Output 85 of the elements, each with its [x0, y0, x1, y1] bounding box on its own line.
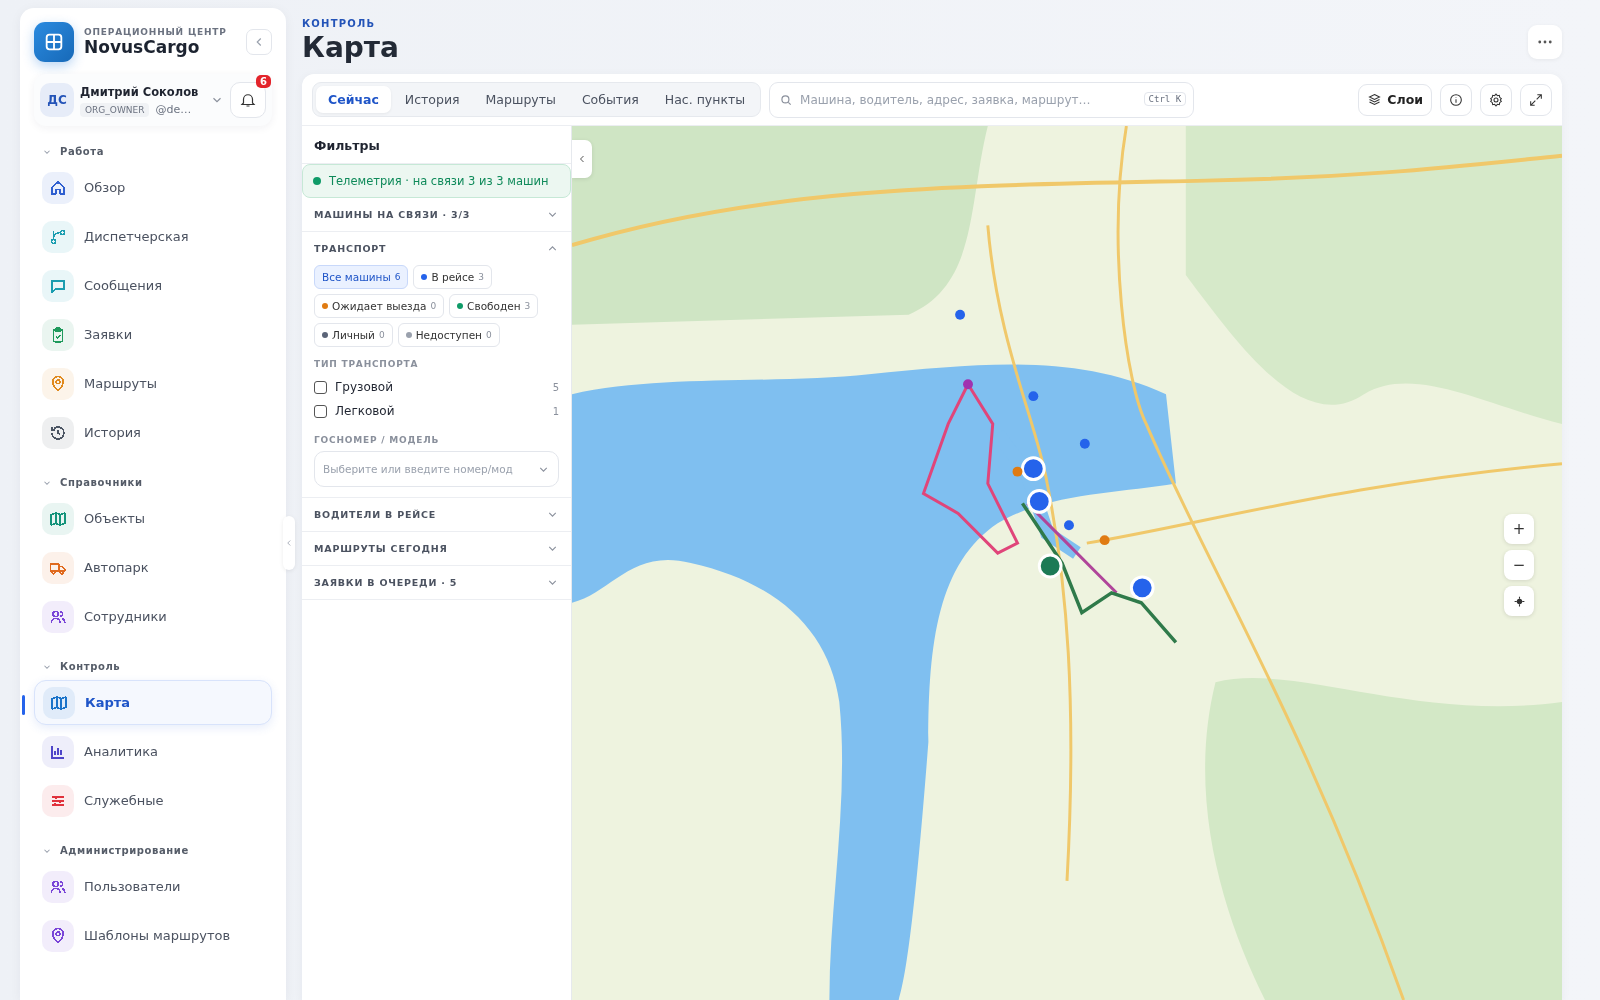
chip-label: Ожидает выезда: [332, 300, 427, 312]
info-icon: [1448, 91, 1464, 108]
active-indicator: [22, 695, 25, 715]
info-button[interactable]: [1440, 83, 1472, 116]
shortcut-hint: Ctrl K: [1143, 91, 1187, 106]
notification-count: 6: [256, 75, 271, 88]
nav-item[interactable]: Диспетчерская: [34, 214, 272, 259]
tab[interactable]: Сейчас: [316, 86, 391, 113]
tab[interactable]: Нас. пункты: [652, 86, 758, 113]
nav-item[interactable]: Обзор: [34, 165, 272, 210]
nav-item[interactable]: Сотрудники: [34, 594, 272, 639]
layers-icon: [1367, 92, 1383, 107]
status-chip[interactable]: Личный 0: [314, 323, 393, 347]
status-chip[interactable]: Все машины 6: [314, 265, 409, 289]
expand-icon: [1528, 91, 1544, 108]
user-card[interactable]: ДС Дмитрий Соколов ORG_OWNER @de… 6: [34, 74, 272, 126]
nav-item[interactable]: Автопарк: [34, 545, 272, 590]
tab[interactable]: Маршруты: [473, 86, 568, 113]
type-label: ТИП ТРАНСПОРТА: [314, 359, 420, 369]
nav-item[interactable]: Сообщения: [34, 263, 272, 308]
chip-count: 0: [378, 330, 385, 340]
filter-group-header[interactable]: МАРШРУТЫ СЕГОДНЯ: [302, 532, 571, 565]
breadcrumb: КОНТРОЛЬ: [302, 18, 377, 29]
type-option-label: Легковой: [335, 404, 396, 418]
status-chip[interactable]: В рейсе 3: [413, 265, 492, 289]
type-option-label: Грузовой: [335, 380, 394, 394]
search-icon: [779, 92, 794, 107]
filter-group-header[interactable]: МАШИНЫ НА СВЯЗИ · 3/3: [302, 198, 571, 231]
type-count: 5: [552, 381, 559, 393]
section-header[interactable]: Администрирование: [34, 839, 272, 862]
tab[interactable]: События: [569, 86, 651, 113]
checkbox[interactable]: [314, 380, 327, 394]
org-caption: ОПЕРАЦИОННЫЙ ЦЕНТР: [84, 27, 228, 37]
plate-label: ГОСНОМЕР / МОДЕЛЬ: [314, 435, 441, 445]
zoom-out-button[interactable]: −: [1504, 550, 1534, 580]
chip-label: Недоступен: [415, 329, 482, 341]
page-title: Карта: [302, 31, 399, 64]
status-chip[interactable]: Ожидает выезда 0: [314, 294, 445, 318]
crosshair-icon: [1512, 594, 1526, 608]
nav-item[interactable]: Аналитика: [34, 729, 272, 774]
grid-logo-icon: [34, 22, 74, 62]
fullscreen-button[interactable]: [1520, 83, 1552, 116]
locate-button[interactable]: [1504, 586, 1534, 616]
role-tag: ORG_OWNER: [80, 102, 150, 117]
nav-item[interactable]: Карта: [34, 680, 272, 725]
zoom-in-button[interactable]: +: [1504, 514, 1534, 544]
telemetry-status: Телеметрия · на связи 3 из 3 машин: [302, 164, 571, 198]
nav-item[interactable]: Объекты: [34, 496, 272, 541]
dots-icon: [1538, 40, 1552, 44]
bell-icon: [239, 91, 257, 109]
settings-button[interactable]: [1480, 83, 1512, 116]
org-name: NovusCargo: [84, 37, 201, 57]
section-header[interactable]: Работа: [34, 140, 272, 163]
chip-count: 6: [394, 272, 401, 282]
user-handle: @de…: [155, 103, 192, 116]
nav-item[interactable]: Шаблоны маршрутов: [34, 913, 272, 958]
chip-count: 3: [524, 301, 531, 311]
nav-item[interactable]: Пользователи: [34, 864, 272, 909]
status-chip[interactable]: Недоступен 0: [397, 323, 500, 347]
tab[interactable]: История: [392, 86, 472, 113]
status-chip[interactable]: Свободен 3: [449, 294, 539, 318]
user-avatar: ДС: [40, 83, 74, 117]
chip-label: В рейсе: [431, 271, 475, 283]
nav-item[interactable]: Служебные: [34, 778, 272, 823]
section-header[interactable]: Контроль: [34, 655, 272, 678]
filter-group-header[interactable]: ТРАНСПОРТ: [302, 232, 571, 265]
section-header[interactable]: Справочники: [34, 471, 272, 494]
sidebar-toggle-button[interactable]: [283, 516, 295, 570]
gear-icon: [1488, 91, 1504, 108]
filter-group-header[interactable]: ВОДИТЕЛИ В РЕЙСЕ: [302, 498, 571, 531]
chip-count: 0: [430, 301, 437, 311]
type-count: 1: [552, 405, 559, 417]
nav-item[interactable]: Маршруты: [34, 361, 272, 406]
chip-label: Личный: [332, 329, 375, 341]
plate-select-field[interactable]: Выберите или введите номер/мод: [314, 451, 559, 487]
layers-button[interactable]: Слои: [1358, 83, 1432, 116]
chip-count: 0: [486, 330, 492, 340]
chip-count: 3: [478, 272, 484, 282]
user-name: Дмитрий Соколов: [80, 83, 200, 100]
chip-label: Свободен: [467, 300, 521, 312]
chip-label: Все машины: [322, 271, 391, 283]
nav-item[interactable]: История: [34, 410, 272, 455]
filter-group-header[interactable]: ЗАЯВКИ В ОЧЕРЕДИ · 5: [302, 566, 571, 599]
nav-item[interactable]: Заявки: [34, 312, 272, 357]
checkbox[interactable]: [314, 404, 327, 418]
